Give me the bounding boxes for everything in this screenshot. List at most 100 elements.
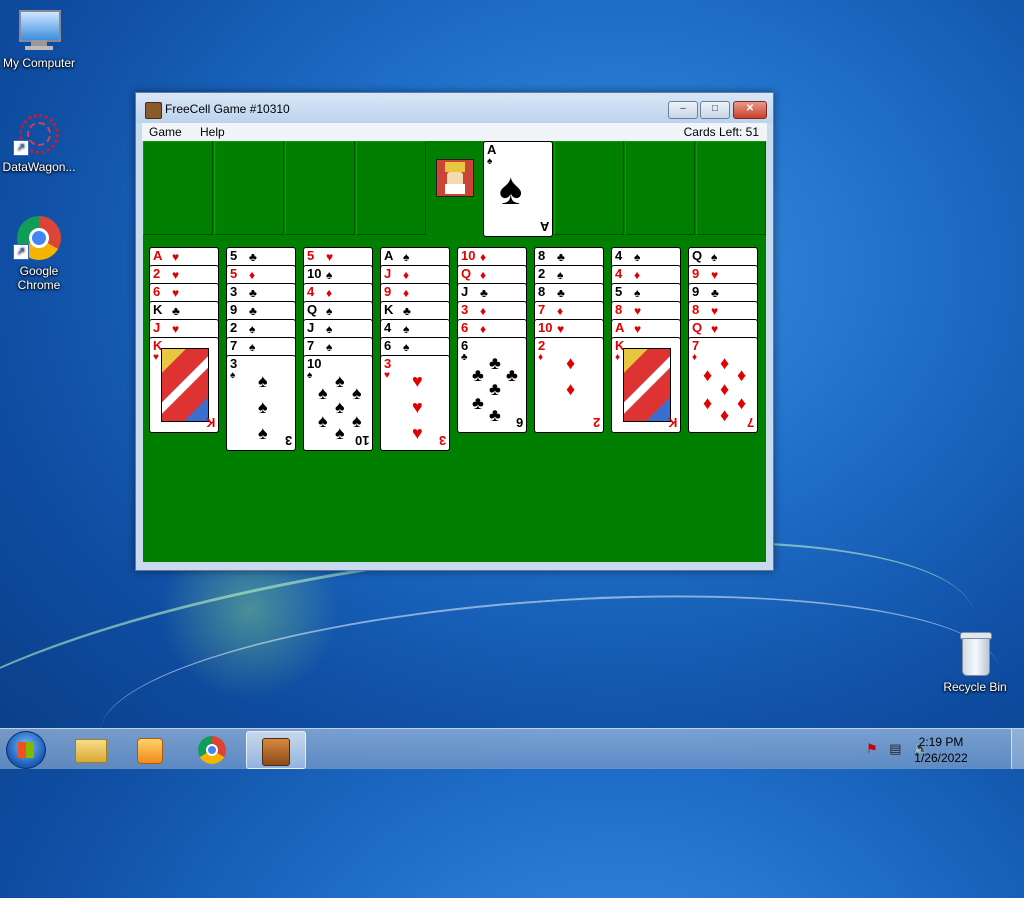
- card-suit-pips: ♦: [480, 268, 493, 282]
- freecell-icon: [262, 738, 290, 766]
- card-suit-pips: ♦: [480, 250, 493, 264]
- tableau-card[interactable]: 3♥♥♥♥♥3: [380, 355, 450, 451]
- card-suit-pips: ♠: [403, 250, 416, 264]
- datawagon-icon: ↗: [13, 112, 61, 156]
- action-center-icon[interactable]: ⚑: [866, 741, 878, 756]
- card-rank: 4: [615, 248, 623, 263]
- card-pip: ♦: [737, 365, 747, 385]
- tableau-card[interactable]: K♦♦K: [611, 337, 681, 433]
- freecell-window[interactable]: FreeCell Game #10310 – □ ✕ Game Help Car…: [135, 92, 774, 571]
- card-suit: ♠: [487, 156, 493, 167]
- title-bar[interactable]: FreeCell Game #10310 – □ ✕: [136, 93, 773, 123]
- card-suit-pips: ♠: [326, 304, 339, 318]
- card-rank: J: [461, 284, 469, 299]
- card-pip: ♠: [258, 371, 268, 391]
- clock[interactable]: 2:19 PM 1/26/2022: [906, 734, 976, 766]
- card-rank: 9: [384, 284, 392, 299]
- card-rank: 3: [438, 433, 446, 448]
- desktop-icon-datawagon[interactable]: ↗ DataWagon...: [0, 112, 82, 174]
- card-suit-pips: ♦: [557, 304, 570, 318]
- card-suit-pips: ♥: [634, 322, 648, 336]
- court-card-face: [161, 348, 209, 422]
- card-suit-pips: ♥: [172, 268, 186, 282]
- foundation-card-ace-spades[interactable]: A ♠ ♠ A: [483, 141, 553, 237]
- cards-left-counter: Cards Left: 51: [683, 125, 759, 139]
- menu-help[interactable]: Help: [200, 125, 225, 139]
- card-rank: 9: [692, 284, 700, 299]
- card-pip: ♦: [720, 353, 730, 373]
- folder-icon: [75, 739, 107, 763]
- card-rank: 5: [230, 248, 238, 263]
- card-suit-pips: ♣: [172, 304, 186, 318]
- card-rank: 10: [354, 433, 369, 448]
- free-cell-4[interactable]: [356, 141, 426, 235]
- card-rank: 6: [515, 415, 523, 430]
- card-rank: 8: [538, 284, 546, 299]
- card-rank: Q: [692, 248, 703, 263]
- card-pip: ♣: [472, 393, 484, 413]
- taskbar-chrome-button[interactable]: [184, 731, 242, 767]
- card-suit-pips: ♣: [249, 304, 263, 318]
- maximize-button[interactable]: □: [700, 101, 730, 119]
- tableau-card[interactable]: K♥♥K: [149, 337, 219, 433]
- card-suit-pips: ♦: [634, 268, 647, 282]
- menu-game[interactable]: Game: [149, 125, 182, 139]
- foundation-slot-3[interactable]: [625, 141, 695, 235]
- card-suit-pips: ♥: [172, 250, 186, 264]
- court-card-face: [623, 348, 671, 422]
- recycle-bin-icon: [958, 632, 992, 676]
- freecell-app-icon: [145, 102, 162, 119]
- network-icon[interactable]: ▤: [889, 741, 901, 756]
- window-title: FreeCell Game #10310: [165, 102, 290, 116]
- card-pip: ♠: [352, 411, 362, 431]
- card-pip: ♦: [703, 393, 713, 413]
- desktop-icon-label: DataWagon...: [2, 160, 76, 174]
- card-suit-pips: ♣: [403, 304, 417, 318]
- tableau-card[interactable]: 6♣♣♣♣♣♣♣♣6: [457, 337, 527, 433]
- free-cell-3[interactable]: [285, 141, 355, 235]
- card-suit-pips: ♥: [557, 322, 571, 336]
- card-rank: A: [615, 320, 625, 335]
- card-pip: ♠: [335, 423, 345, 443]
- show-desktop-button[interactable]: [1011, 729, 1024, 769]
- taskbar-explorer-button[interactable]: [62, 731, 120, 767]
- card-rank: A: [487, 142, 497, 157]
- card-rank: Q: [461, 266, 472, 281]
- card-pip: ♦: [703, 365, 713, 385]
- desktop-icon-recycle-bin[interactable]: Recycle Bin: [932, 632, 1018, 694]
- taskbar-media-player-button[interactable]: [122, 731, 180, 767]
- card-pip: ♣: [489, 379, 501, 399]
- king-face-icon: [436, 159, 474, 197]
- tableau-card[interactable]: 2♦♦♦♦2: [534, 337, 604, 433]
- card-suit-pips: ♦: [249, 268, 262, 282]
- desktop-icon-google-chrome[interactable]: ↗ Google Chrome: [0, 216, 82, 292]
- game-board[interactable]: A ♠ ♠ A A ♥ 2 ♥ 6 ♥ K ♣ J ♥ K ♥ ♥ K 5 ♣ 5 ♦ 3 ♣ 9 ♣ 2 ♠ 7 ♠ 3 ♠ ♠ ♠ ♠ ♠…: [143, 141, 766, 562]
- minimize-button[interactable]: –: [668, 101, 698, 119]
- foundation-slot-4[interactable]: [696, 141, 766, 235]
- card-rank: 8: [615, 302, 623, 317]
- card-suit: ♠: [307, 370, 313, 381]
- card-pip: ♠: [258, 397, 268, 417]
- tableau-card[interactable]: 10♠♠♠♠♠♠♠♠♠10: [303, 355, 373, 451]
- card-rank: 7: [307, 338, 315, 353]
- start-button[interactable]: [6, 731, 46, 769]
- card-rank: K: [153, 302, 163, 317]
- free-cell-2[interactable]: [214, 141, 284, 235]
- windows-logo-icon: [18, 742, 34, 758]
- card-rank: 2: [538, 338, 546, 353]
- taskbar-freecell-button[interactable]: [246, 731, 306, 769]
- close-button[interactable]: ✕: [733, 101, 767, 119]
- card-suit-pips: ♥: [172, 286, 186, 300]
- media-player-icon: [137, 738, 163, 764]
- card-suit-pips: ♣: [249, 286, 263, 300]
- card-pip: ♦: [737, 393, 747, 413]
- card-suit-pips: ♠: [711, 250, 724, 264]
- free-cell-1[interactable]: [143, 141, 213, 235]
- foundation-slot-2[interactable]: [554, 141, 624, 235]
- card-suit-pips: ♠: [326, 340, 339, 354]
- desktop-icon-my-computer[interactable]: My Computer: [0, 8, 82, 70]
- tableau-card[interactable]: 3♠♠♠♠♠3: [226, 355, 296, 451]
- tableau-card[interactable]: 7♦♦♦♦♦♦♦♦♦7: [688, 337, 758, 433]
- card-pip: ♥: [412, 371, 423, 391]
- card-rank: K: [384, 302, 394, 317]
